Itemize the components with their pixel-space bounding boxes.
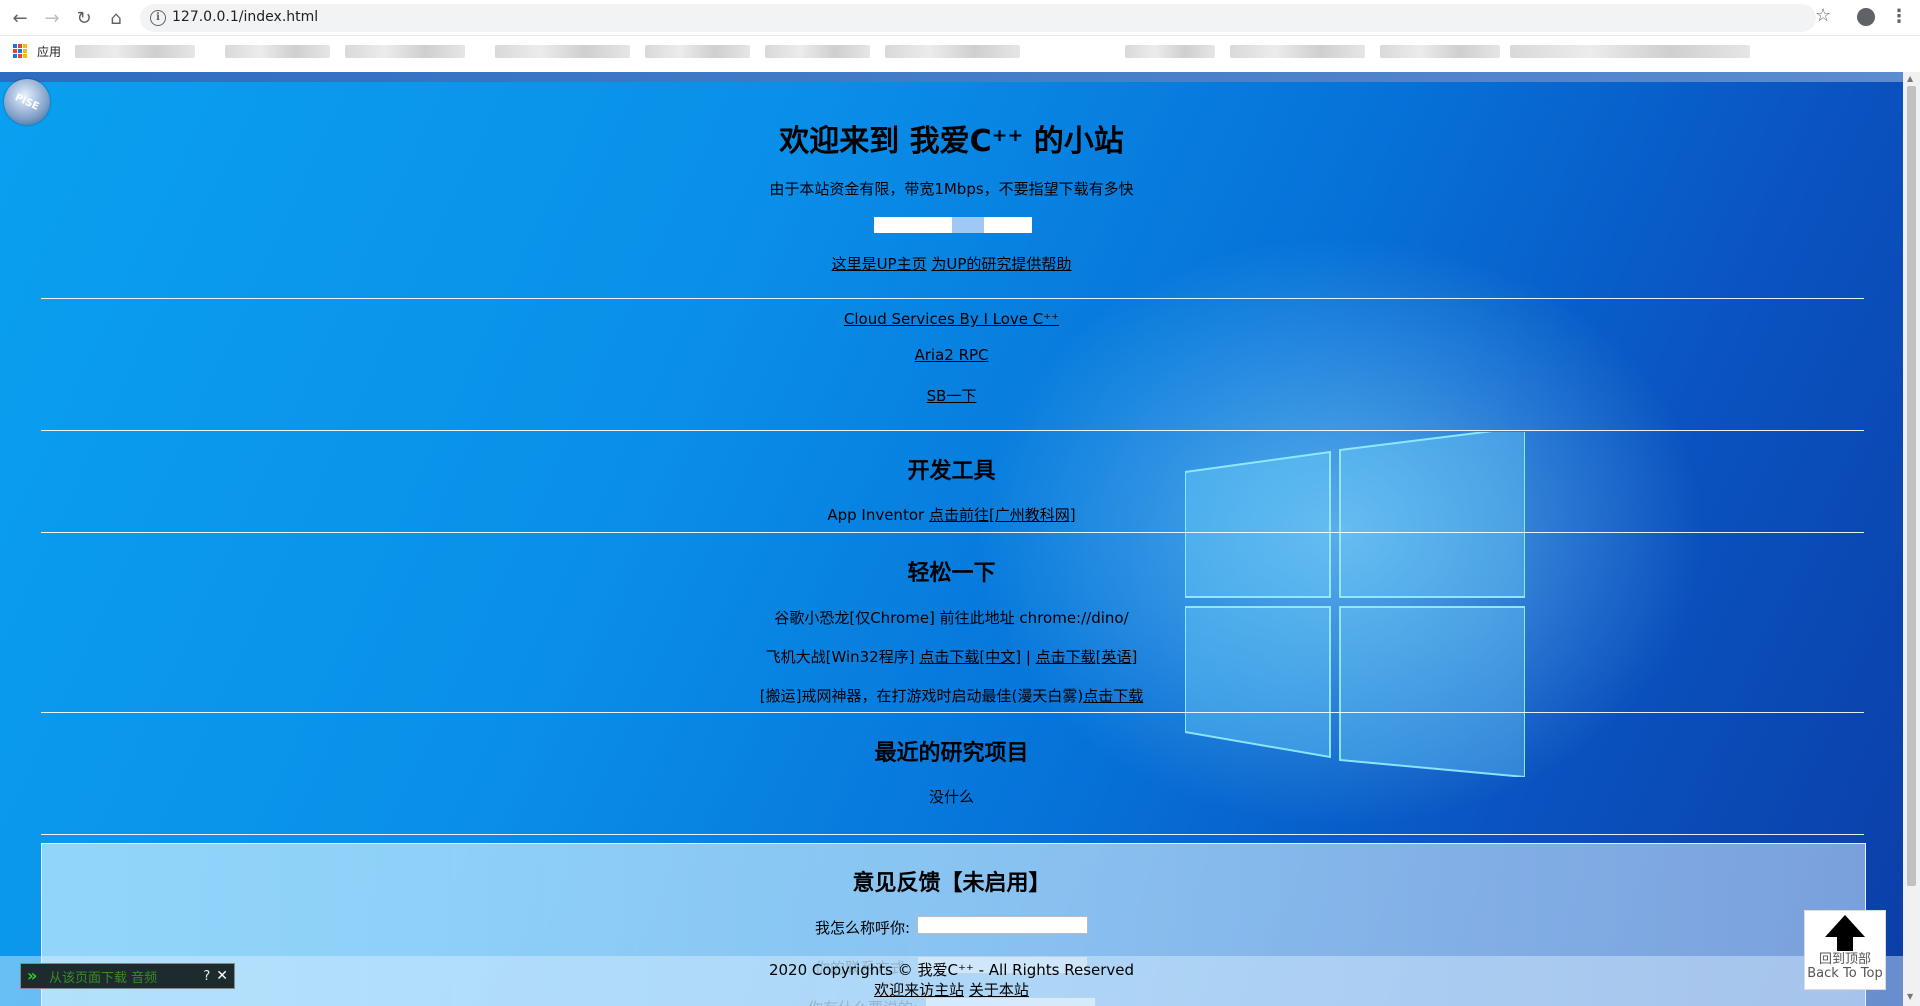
plane-download-cn-link[interactable]: 点击下载[中文] <box>919 648 1021 666</box>
bookmark-item[interactable] <box>75 45 195 58</box>
up-home-link[interactable]: 这里是UP主页 <box>832 255 927 273</box>
research-heading: 最近的研究项目 <box>874 741 1029 766</box>
bookmark-star-icon[interactable]: ☆ <box>1815 5 1831 26</box>
bandwidth-notice: 由于本站资金有限，带宽1Mbps，不要指望下载有多快 <box>769 180 1134 198</box>
divider <box>41 834 1864 835</box>
service-row: Aria2 RPC <box>0 346 1903 364</box>
scroll-up-arrow-icon[interactable]: ▲ <box>1907 74 1913 83</box>
service-row: Cloud Services By I Love C⁺⁺ <box>0 310 1903 328</box>
bookmark-item[interactable] <box>1230 45 1365 58</box>
bookmark-item[interactable] <box>345 45 465 58</box>
bookmark-item[interactable] <box>645 45 750 58</box>
bookmark-item[interactable] <box>1510 45 1750 58</box>
bookmark-item[interactable] <box>765 45 870 58</box>
app-inventor-link[interactable]: 点击前往[广州教科网] <box>929 506 1076 524</box>
app-inventor-label: App Inventor <box>827 506 929 524</box>
scroll-down-arrow-icon[interactable]: ▼ <box>1907 992 1913 1001</box>
arrow-up-stem <box>1837 937 1853 951</box>
apps-grid-icon[interactable] <box>13 44 27 58</box>
bookmark-item[interactable] <box>885 45 1020 58</box>
vertical-scrollbar[interactable]: ▲ ▼ <box>1903 72 1920 1006</box>
research-text: 没什么 <box>928 788 974 806</box>
cloud-services-link[interactable]: Cloud Services By I Love C⁺⁺ <box>844 310 1059 328</box>
scroll-thumb[interactable] <box>1907 86 1916 886</box>
home-icon[interactable]: ⌂ <box>104 6 128 30</box>
page-title: 欢迎来到 我爱C⁺⁺ 的小站 <box>779 124 1124 159</box>
info-icon[interactable]: i <box>150 10 166 26</box>
about-site-link[interactable]: 关于本站 <box>969 981 1029 999</box>
media-download-extension-bar[interactable]: » 从该页面下载 音频 ? ✕ <box>20 963 235 989</box>
sb-search-link[interactable]: SB一下 <box>927 387 977 405</box>
separator: | <box>1021 648 1036 666</box>
visitor-counter <box>874 217 1032 233</box>
service-row: SB一下 <box>0 385 1903 406</box>
bookmarks-bar: 应用 <box>0 36 1920 66</box>
name-input[interactable] <box>917 916 1088 934</box>
back-to-top-label-cn: 回到顶部 <box>1818 952 1871 967</box>
account-icon[interactable] <box>1857 8 1875 26</box>
bookmark-item[interactable] <box>1380 45 1500 58</box>
double-chevron-right-icon: » <box>27 966 38 985</box>
anti-addiction-download-link[interactable]: 点击下载 <box>1083 687 1143 705</box>
app-inventor-row: App Inventor 点击前往[广州教科网] <box>0 504 1903 525</box>
back-arrow-icon[interactable]: ← <box>8 6 32 30</box>
close-icon[interactable]: ✕ <box>216 968 228 984</box>
divider <box>41 430 1864 431</box>
back-to-top-button[interactable]: 回到顶部 Back To Top <box>1804 910 1886 990</box>
kebab-menu-icon[interactable]: ⋮ <box>1890 6 1908 27</box>
divider <box>41 298 1864 299</box>
divider <box>41 532 1864 533</box>
url-text[interactable]: 127.0.0.1/index.html <box>172 9 318 25</box>
page-content: PISE 欢迎来到 我爱C⁺⁺ 的小站 由于本站资金有限，带宽1Mbps，不要指… <box>0 72 1903 1006</box>
dev-tools-heading: 开发工具 <box>907 459 996 484</box>
plane-game-row: 飞机大战[Win32程序] 点击下载[中文] | 点击下载[英语] <box>0 646 1903 667</box>
apps-label[interactable]: 应用 <box>37 43 61 60</box>
download-audio-label[interactable]: 从该页面下载 音频 <box>49 967 157 986</box>
forward-arrow-icon[interactable]: → <box>40 6 64 30</box>
relax-heading: 轻松一下 <box>907 561 996 586</box>
plane-download-en-link[interactable]: 点击下载[英语] <box>1036 648 1138 666</box>
plane-game-label: 飞机大战[Win32程序] <box>765 648 920 666</box>
divider <box>41 712 1864 713</box>
feedback-heading: 意见反馈【未启用】 <box>852 871 1051 896</box>
welcome-main-site-link[interactable]: 欢迎来访主站 <box>874 981 964 999</box>
bookmark-item[interactable] <box>495 45 630 58</box>
copyright-text: 2020 Copyrights © 我爱C⁺⁺ - All Rights Res… <box>768 961 1135 979</box>
help-icon[interactable]: ? <box>203 969 210 984</box>
aria2-rpc-link[interactable]: Aria2 RPC <box>914 346 988 364</box>
bookmark-item[interactable] <box>225 45 330 58</box>
address-bar[interactable]: i 127.0.0.1/index.html <box>140 4 1816 32</box>
back-to-top-label-en: Back To Top <box>1807 966 1883 981</box>
dino-text: 谷歌小恐龙[仅Chrome] 前往此地址 chrome://dino/ <box>774 609 1129 627</box>
anti-addiction-label: [搬运]戒网神器，在打游戏时启动最佳(漫天白雾) <box>759 687 1084 705</box>
name-label: 我怎么称呼你: <box>815 919 911 937</box>
bookmark-item[interactable] <box>1125 45 1215 58</box>
hero-links: 这里是UP主页 为UP的研究提供帮助 <box>0 253 1903 274</box>
arrow-up-icon <box>1825 915 1865 937</box>
anti-addiction-row: [搬运]戒网神器，在打游戏时启动最佳(漫天白雾)点击下载 <box>0 685 1903 706</box>
support-research-link[interactable]: 为UP的研究提供帮助 <box>931 255 1071 273</box>
browser-toolbar: ← → ↻ ⌂ i 127.0.0.1/index.html ☆ ⋮ <box>0 0 1920 36</box>
footer-links: 欢迎来访主站 关于本站 <box>0 979 1903 1000</box>
reload-icon[interactable]: ↻ <box>72 6 96 30</box>
